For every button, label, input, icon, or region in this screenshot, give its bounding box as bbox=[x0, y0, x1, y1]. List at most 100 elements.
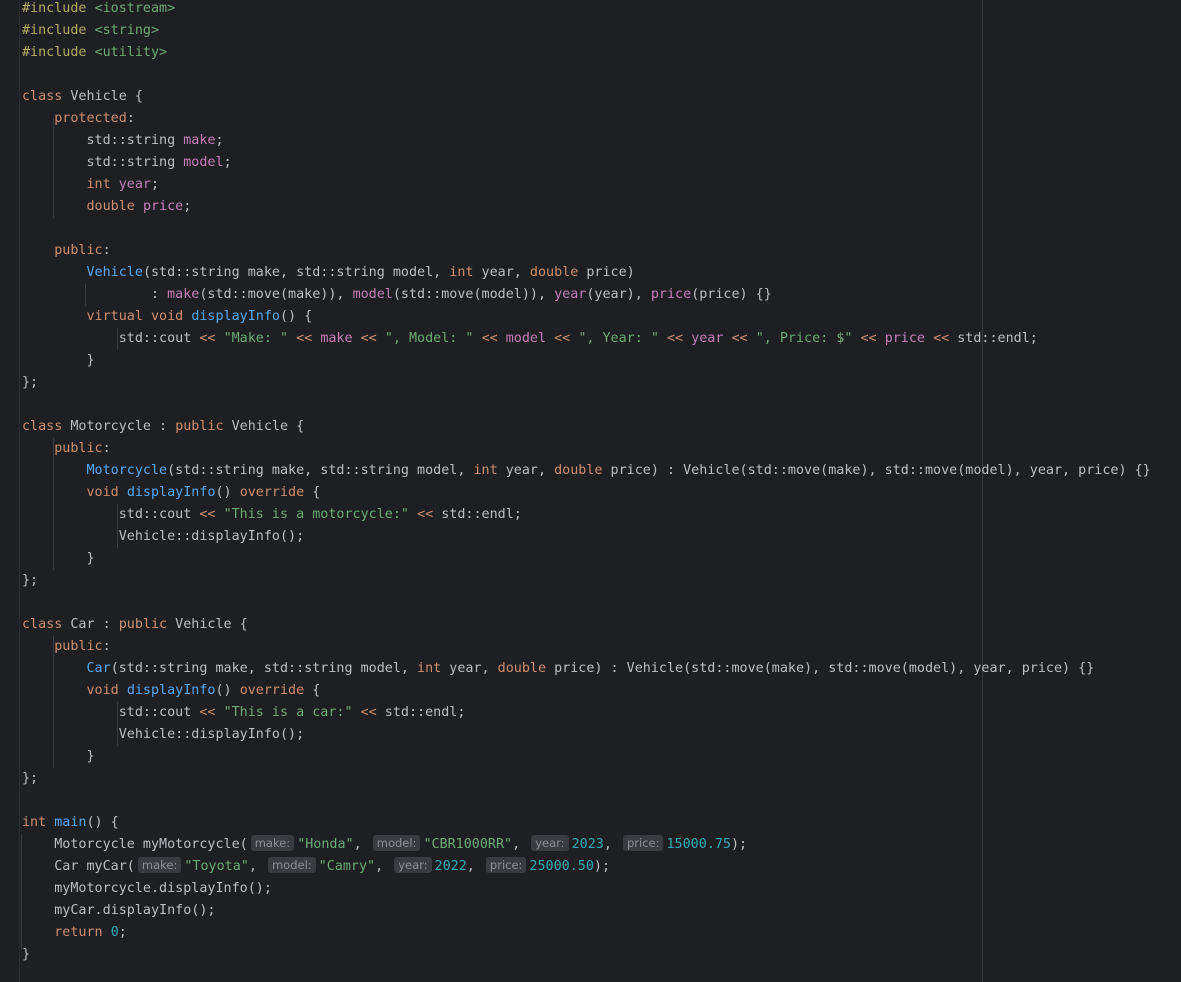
code-line[interactable]: Car(std::string make, std::string model,… bbox=[22, 658, 1181, 680]
code-line[interactable]: int year; bbox=[22, 174, 1181, 196]
code-line[interactable]: double price; bbox=[22, 196, 1181, 218]
field-name: price bbox=[884, 331, 925, 346]
code-text: ; bbox=[223, 155, 232, 170]
code-line[interactable]: public: bbox=[22, 438, 1181, 460]
code-line[interactable]: std::cout << "This is a car:" << std::en… bbox=[22, 702, 1181, 724]
code-line[interactable]: Vehicle::displayInfo(); bbox=[22, 526, 1181, 548]
code-text: ; bbox=[215, 133, 224, 148]
parameter-hint: year: bbox=[531, 835, 569, 851]
code-line[interactable]: std::cout << "Make: " << make << ", Mode… bbox=[22, 328, 1181, 350]
code-line[interactable]: return 0; bbox=[22, 922, 1181, 944]
code-text: (std::string make, std::string model, bbox=[110, 661, 418, 676]
parameter-hint: model: bbox=[372, 835, 421, 851]
function-name: Motorcycle bbox=[86, 463, 168, 478]
code-line[interactable]: myMotorcycle.displayInfo(); bbox=[22, 878, 1181, 900]
string-literal: "CBR1000RR" bbox=[423, 837, 513, 852]
code-line[interactable]: Car myCar(make: "Toyota", model: "Camry", … bbox=[22, 856, 1181, 878]
code-line[interactable]: Motorcycle(std::string make, std::string… bbox=[22, 460, 1181, 482]
code-line[interactable]: int main() { bbox=[22, 812, 1181, 834]
code-line[interactable]: #include <iostream> bbox=[22, 0, 1181, 20]
code-text: Vehicle { bbox=[223, 419, 305, 434]
code-line[interactable]: } bbox=[22, 548, 1181, 570]
code-text: price) : Vehicle(std::move(make), std::m… bbox=[546, 661, 1095, 676]
code-text: Motorcycle myMotorcycle( bbox=[22, 837, 248, 852]
code-line[interactable] bbox=[22, 790, 1181, 812]
code-line[interactable] bbox=[22, 394, 1181, 416]
code-line[interactable]: std::string model; bbox=[22, 152, 1181, 174]
code-text: Vehicle { bbox=[167, 617, 248, 632]
keyword-token: class bbox=[22, 419, 63, 434]
code-text: std::string bbox=[22, 155, 184, 170]
code-line[interactable]: #include <utility> bbox=[22, 42, 1181, 64]
code-line[interactable]: void displayInfo() override { bbox=[22, 680, 1181, 702]
code-line[interactable]: } bbox=[22, 944, 1181, 966]
code-line[interactable] bbox=[22, 218, 1181, 240]
code-text: () bbox=[215, 683, 240, 698]
code-line[interactable]: } bbox=[22, 746, 1181, 768]
field-name: make bbox=[183, 133, 216, 148]
code-line[interactable]: Vehicle(std::string make, std::string mo… bbox=[22, 262, 1181, 284]
keyword-token: public bbox=[175, 419, 224, 434]
code-line[interactable]: }; bbox=[22, 372, 1181, 394]
string-literal: "Camry" bbox=[318, 859, 376, 874]
code-text: ; bbox=[151, 177, 160, 192]
code-line[interactable]: class Car : public Vehicle { bbox=[22, 614, 1181, 636]
code-line[interactable] bbox=[22, 64, 1181, 86]
keyword-token: << bbox=[360, 705, 377, 720]
code-line[interactable]: myCar.displayInfo(); bbox=[22, 900, 1181, 922]
code-line[interactable]: Motorcycle myMotorcycle(make: "Honda", mo… bbox=[22, 834, 1181, 856]
code-line[interactable]: }; bbox=[22, 768, 1181, 790]
code-text: year, bbox=[473, 265, 530, 280]
code-line[interactable]: public: bbox=[22, 240, 1181, 262]
code-text: { bbox=[304, 485, 321, 500]
code-line[interactable]: std::string make; bbox=[22, 130, 1181, 152]
keyword-token: class bbox=[22, 89, 63, 104]
code-line[interactable]: Vehicle::displayInfo(); bbox=[22, 724, 1181, 746]
code-text: , bbox=[375, 859, 392, 874]
code-line[interactable]: public: bbox=[22, 636, 1181, 658]
code-text: } bbox=[22, 353, 95, 368]
code-line[interactable]: void displayInfo() override { bbox=[22, 482, 1181, 504]
code-text: ; bbox=[118, 925, 127, 940]
keyword-token: << bbox=[417, 507, 434, 522]
code-area[interactable]: #include <iostream> #include <string> #inc… bbox=[22, 0, 1181, 966]
code-line[interactable]: class Vehicle { bbox=[22, 86, 1181, 108]
code-line[interactable]: class Motorcycle : public Vehicle { bbox=[22, 416, 1181, 438]
code-text: }; bbox=[22, 573, 39, 588]
code-line[interactable]: #include <string> bbox=[22, 20, 1181, 42]
keyword-token: void bbox=[151, 309, 184, 324]
code-text: (std::move(model)), bbox=[392, 287, 555, 302]
code-editor[interactable]: #include <iostream> #include <string> #inc… bbox=[0, 0, 1181, 982]
code-text: , bbox=[353, 837, 370, 852]
code-line[interactable]: }; bbox=[22, 570, 1181, 592]
code-line[interactable]: } bbox=[22, 350, 1181, 372]
code-line[interactable]: : make(std::move(make)), model(std::move… bbox=[22, 284, 1181, 306]
field-name: model bbox=[352, 287, 393, 302]
code-line[interactable] bbox=[22, 592, 1181, 614]
code-line[interactable]: std::cout << "This is a motorcycle:" << … bbox=[22, 504, 1181, 526]
keyword-token: int bbox=[22, 815, 47, 830]
code-text: Vehicle::displayInfo(); bbox=[22, 529, 305, 544]
code-line[interactable]: virtual void displayInfo() { bbox=[22, 306, 1181, 328]
code-text: myMotorcycle.displayInfo(); bbox=[22, 881, 272, 896]
code-line[interactable]: protected: bbox=[22, 108, 1181, 130]
code-text: price) bbox=[578, 265, 635, 280]
